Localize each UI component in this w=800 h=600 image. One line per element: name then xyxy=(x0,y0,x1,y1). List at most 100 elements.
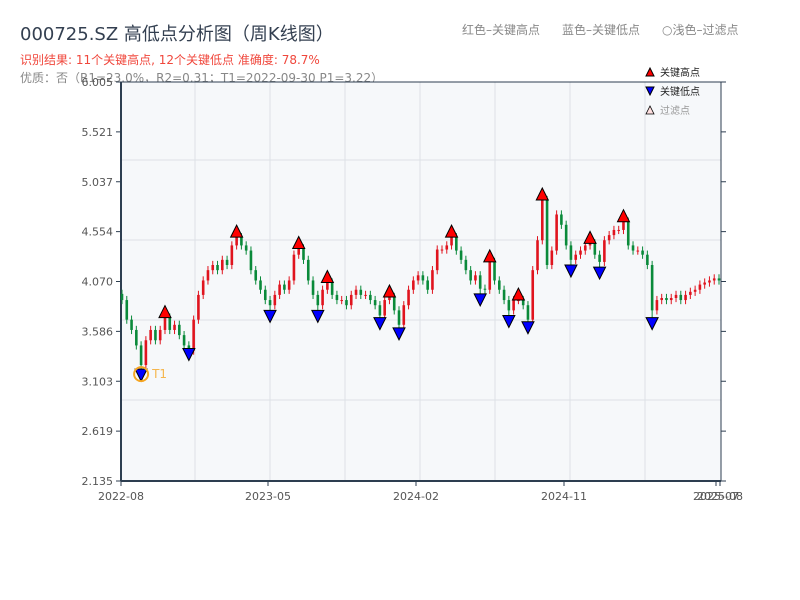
x-tick-label: 2025-08 xyxy=(697,490,743,503)
candle-body xyxy=(402,305,406,325)
candle-body xyxy=(392,296,396,311)
candle-body xyxy=(478,275,482,289)
candle-body xyxy=(220,259,224,271)
y-tick-label: 3.586 xyxy=(82,325,114,338)
candle-body xyxy=(626,221,630,246)
candle-body xyxy=(230,245,234,266)
candle-body xyxy=(583,245,587,251)
candle-body xyxy=(211,265,215,271)
candle-body xyxy=(550,250,554,266)
candle-body xyxy=(464,259,468,271)
candle-body xyxy=(483,288,487,290)
legend-label: 关键低点 xyxy=(660,85,700,98)
candle-body xyxy=(712,278,716,281)
candle-body xyxy=(698,284,702,290)
candle-body xyxy=(278,284,281,295)
y-tick-label: 5.037 xyxy=(82,176,114,189)
candle-body xyxy=(579,250,582,255)
candle-body xyxy=(158,329,162,341)
candle-body xyxy=(240,237,243,246)
candle-body xyxy=(669,297,673,301)
candle-body xyxy=(521,300,525,306)
candle-body xyxy=(369,294,372,301)
legend-label: 过滤点 xyxy=(660,104,690,117)
candle-body xyxy=(263,289,267,301)
candle-body xyxy=(373,300,377,306)
candle-body xyxy=(708,280,711,283)
chart-figure: 000725.SZ 高低点分析图（周K线图） 识别结果: 11个关键高点, 12… xyxy=(0,0,800,600)
candle-body xyxy=(364,294,367,296)
candle-body xyxy=(249,250,253,271)
candle-body xyxy=(717,278,721,281)
t1-label: T1 xyxy=(151,367,167,381)
candle-body xyxy=(139,345,143,366)
candle-body xyxy=(173,324,176,330)
candle-body xyxy=(397,310,401,325)
candle-body xyxy=(474,275,477,281)
candle-body xyxy=(531,270,535,320)
candle-body xyxy=(316,294,320,306)
candle-body xyxy=(178,324,181,336)
candle-body xyxy=(689,291,692,295)
candle-body xyxy=(445,245,449,250)
candle-body xyxy=(182,335,186,346)
candle-body xyxy=(574,254,578,260)
candle-body xyxy=(540,200,544,241)
candle-body xyxy=(493,261,496,281)
legend-label: 关键高点 xyxy=(660,66,700,79)
candle-body xyxy=(498,280,501,290)
candle-body xyxy=(426,280,429,290)
candle-body xyxy=(502,289,506,301)
candle-body xyxy=(283,284,286,290)
candle-body xyxy=(192,319,195,351)
candle-body xyxy=(569,245,573,260)
candle-body xyxy=(216,265,219,271)
candle-body xyxy=(330,282,334,295)
candle-body xyxy=(201,280,205,295)
candle-body xyxy=(407,289,410,306)
candle-body xyxy=(536,240,539,271)
candle-body xyxy=(149,329,152,341)
candle-body xyxy=(306,259,310,281)
candle-body xyxy=(459,250,463,260)
candle-body xyxy=(646,254,649,266)
y-tick-label: 6.005 xyxy=(82,76,114,89)
candle-body xyxy=(612,229,616,236)
candle-body xyxy=(163,317,167,330)
candle-body xyxy=(225,259,229,266)
candle-body xyxy=(488,261,492,290)
candle-body xyxy=(254,270,258,281)
candle-body xyxy=(273,294,277,306)
candle-body xyxy=(335,294,339,301)
x-tick-label: 2024-02 xyxy=(393,490,439,503)
candle-body xyxy=(326,282,329,290)
candle-body xyxy=(125,300,129,320)
candle-body xyxy=(560,214,563,225)
candle-body xyxy=(421,275,425,281)
y-tick-label: 4.554 xyxy=(82,226,114,239)
y-tick-label: 4.070 xyxy=(82,276,114,289)
candle-body xyxy=(455,237,458,251)
candle-body xyxy=(674,294,678,298)
candle-body xyxy=(660,297,663,301)
candle-body xyxy=(378,305,382,316)
candle-body xyxy=(631,245,635,251)
y-tick-label: 5.521 xyxy=(82,126,114,139)
candle-body xyxy=(526,305,530,320)
candle-body xyxy=(120,293,124,301)
candle-body xyxy=(593,243,597,255)
x-tick-label: 2023-05 xyxy=(245,490,291,503)
candle-body xyxy=(292,254,296,281)
candle-body xyxy=(297,248,301,255)
y-tick-label: 3.103 xyxy=(82,375,114,388)
candle-body xyxy=(321,289,324,306)
candle-body xyxy=(655,300,659,311)
candle-body xyxy=(287,280,291,290)
candle-body xyxy=(450,237,453,246)
candlestick-chart: 6.005 5.521 5.037 4.554 4.070 3.586 3.103 2.619… xyxy=(82,66,743,503)
candle-body xyxy=(412,280,415,290)
x-tick-label: 2024-11 xyxy=(541,490,587,503)
candle-body xyxy=(206,270,210,281)
candle-body xyxy=(349,294,353,306)
candle-body xyxy=(354,289,358,295)
